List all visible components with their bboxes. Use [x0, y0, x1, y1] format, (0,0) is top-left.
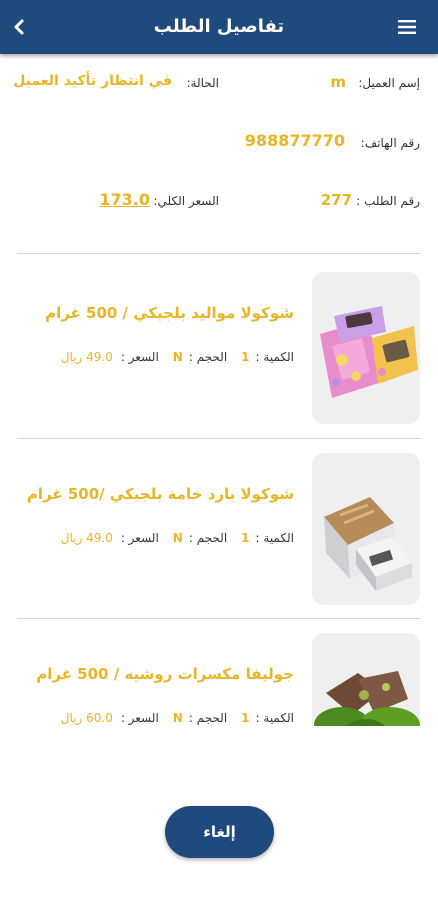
price-value: 49.0 ريال — [60, 531, 113, 545]
total-price-label: السعر الكلي: — [153, 194, 219, 208]
cancel-order-button[interactable]: إلغاء — [165, 806, 274, 858]
product-image — [312, 272, 420, 424]
customer-name-label: إسم العميل: — [358, 76, 420, 90]
page-title: تفاصيل الطلب — [153, 16, 285, 37]
price-label: السعر : — [120, 711, 159, 725]
list-item[interactable]: جوليفا مكسرات روشيه / 500 غرام الكمية : 1… — [0, 633, 438, 726]
phone-label: رقم الهاتف: — [360, 136, 420, 150]
product-image — [312, 633, 420, 726]
size-label: الحجم : — [188, 350, 228, 364]
size-value: N — [172, 531, 183, 545]
order-number-value: 277 — [320, 191, 352, 209]
price-value: 49.0 ريال — [60, 350, 113, 364]
status-label: الحالة: — [186, 76, 219, 90]
size-value: N — [172, 350, 183, 364]
app-bar: تفاصيل الطلب — [0, 0, 438, 54]
quantity-label: الكمية : — [255, 531, 294, 545]
customer-name-value: m — [330, 73, 346, 91]
quantity-value: 1 — [241, 350, 250, 364]
product-name: جوليفا مكسرات روشيه / 500 غرام — [36, 665, 294, 683]
quantity-label: الكمية : — [255, 711, 294, 725]
divider — [17, 618, 421, 619]
size-label: الحجم : — [188, 711, 228, 725]
size-value: N — [172, 711, 183, 725]
order-number-label: رقم الطلب : — [356, 194, 420, 208]
status-value: في انتظار تأكيد العميل — [13, 73, 172, 89]
quantity-value: 1 — [241, 531, 250, 545]
product-meta: الكمية : 1 الحجم : N السعر : 49.0 ريال — [61, 350, 294, 364]
product-name: شوكولا بارد خامة بلجيكي /500 غرام — [26, 485, 294, 503]
product-meta: الكمية : 1 الحجم : N السعر : 49.0 ريال — [61, 531, 294, 545]
total-price-value: 173.0 — [99, 190, 150, 209]
quantity-label: الكمية : — [255, 350, 294, 364]
divider — [17, 438, 421, 439]
phone-value: 988877770 — [244, 131, 345, 150]
size-label: الحجم : — [188, 531, 228, 545]
price-label: السعر : — [120, 531, 159, 545]
hamburger-menu-icon[interactable] — [398, 18, 416, 36]
price-label: السعر : — [120, 350, 159, 364]
divider — [17, 253, 421, 254]
price-value: 60.0 ريال — [60, 711, 113, 725]
list-clip: جوليفا مكسرات روشيه / 500 غرام الكمية : 1… — [0, 620, 438, 726]
quantity-value: 1 — [241, 711, 250, 725]
list-item[interactable]: شوكولا مواليد بلجيكي / 500 غرام الكمية :… — [0, 272, 438, 452]
list-item[interactable]: شوكولا بارد خامة بلجيكي /500 غرام الكمية… — [0, 453, 438, 633]
product-meta: الكمية : 1 الحجم : N السعر : 60.0 ريال — [61, 711, 294, 725]
product-name: شوكولا مواليد بلجيكي / 500 غرام — [45, 304, 294, 322]
product-image — [312, 453, 420, 605]
